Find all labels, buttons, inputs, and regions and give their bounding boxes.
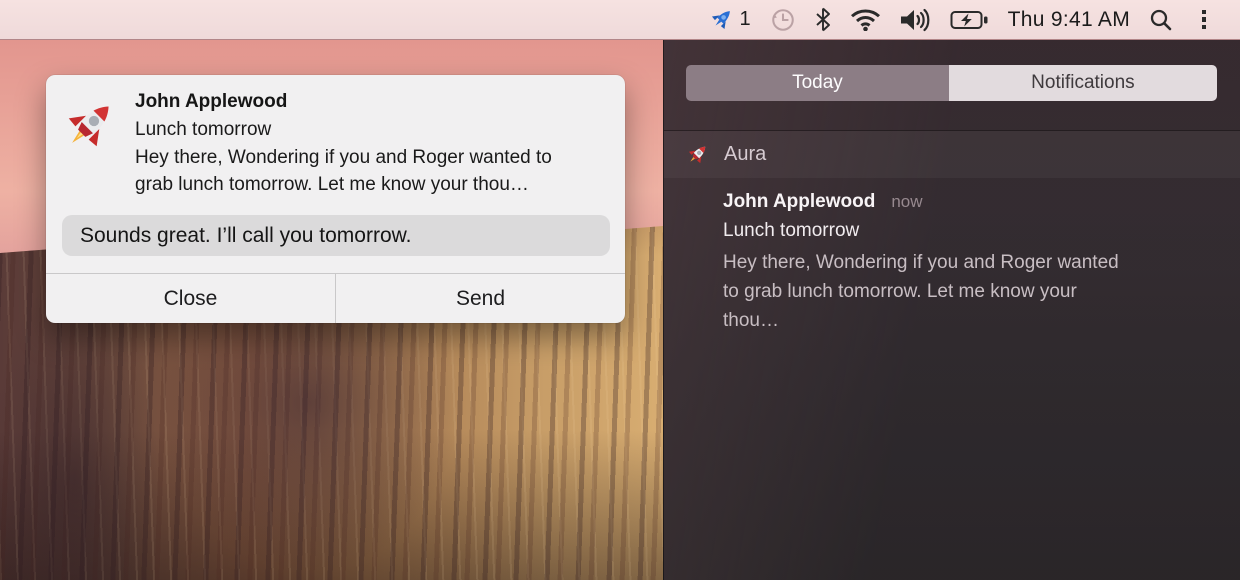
menu-bar-clock[interactable]: Thu 9:41 AM xyxy=(1008,8,1130,32)
alert-body: Hey there, Wondering if you and Roger wa… xyxy=(135,147,552,195)
nc-tab-switcher: Today Notifications xyxy=(686,65,1217,101)
spotlight-search-icon[interactable] xyxy=(1149,8,1173,32)
notification-alert-dialog: John Applewood Lunch tomorrow Hey there,… xyxy=(46,75,625,323)
notification-timestamp: now xyxy=(891,192,923,211)
aura-menu-item[interactable]: 1 xyxy=(708,6,751,33)
notification-title: John Applewood xyxy=(723,191,876,212)
alert-subtitle: Lunch tomorrow xyxy=(135,119,272,140)
aura-badge-count: 1 xyxy=(739,8,751,30)
app-group-name: Aura xyxy=(724,143,767,165)
notification-center-panel: Today Notifications Aura John Applewood … xyxy=(663,40,1240,580)
tab-notifications-label: Notifications xyxy=(1031,72,1135,93)
reply-input[interactable] xyxy=(62,215,610,256)
notification-center-icon[interactable] xyxy=(1192,10,1219,29)
notification-item[interactable]: John Applewood now Lunch tomorrow Hey th… xyxy=(664,178,1240,335)
app-group-header-aura[interactable]: Aura xyxy=(664,130,1240,178)
alert-title: John Applewood xyxy=(135,91,288,112)
tab-notifications[interactable]: Notifications xyxy=(948,65,1217,101)
desktop: 1 Thu 9:41 AM Today Notifications Aura J… xyxy=(0,0,1240,580)
wifi-icon[interactable] xyxy=(850,8,881,31)
battery-charging-icon[interactable] xyxy=(950,10,989,30)
alert-button-bar: Close Send xyxy=(46,273,625,323)
rocket-icon xyxy=(685,142,710,167)
menu-bar: 1 Thu 9:41 AM xyxy=(0,0,1240,40)
volume-icon[interactable] xyxy=(900,8,931,32)
notification-body: Hey there, Wondering if you and Roger wa… xyxy=(723,252,1119,331)
bluetooth-icon[interactable] xyxy=(815,7,831,32)
menu-bar-status-area: 1 Thu 9:41 AM xyxy=(708,6,1220,33)
time-machine-icon[interactable] xyxy=(770,7,796,33)
tab-today-label: Today xyxy=(792,72,843,93)
notification-subtitle: Lunch tomorrow xyxy=(723,220,860,241)
tab-today[interactable]: Today xyxy=(686,65,949,101)
close-button[interactable]: Close xyxy=(46,274,336,323)
aura-rocket-icon xyxy=(708,6,735,33)
rocket-icon xyxy=(60,95,120,155)
send-button[interactable]: Send xyxy=(336,274,625,323)
